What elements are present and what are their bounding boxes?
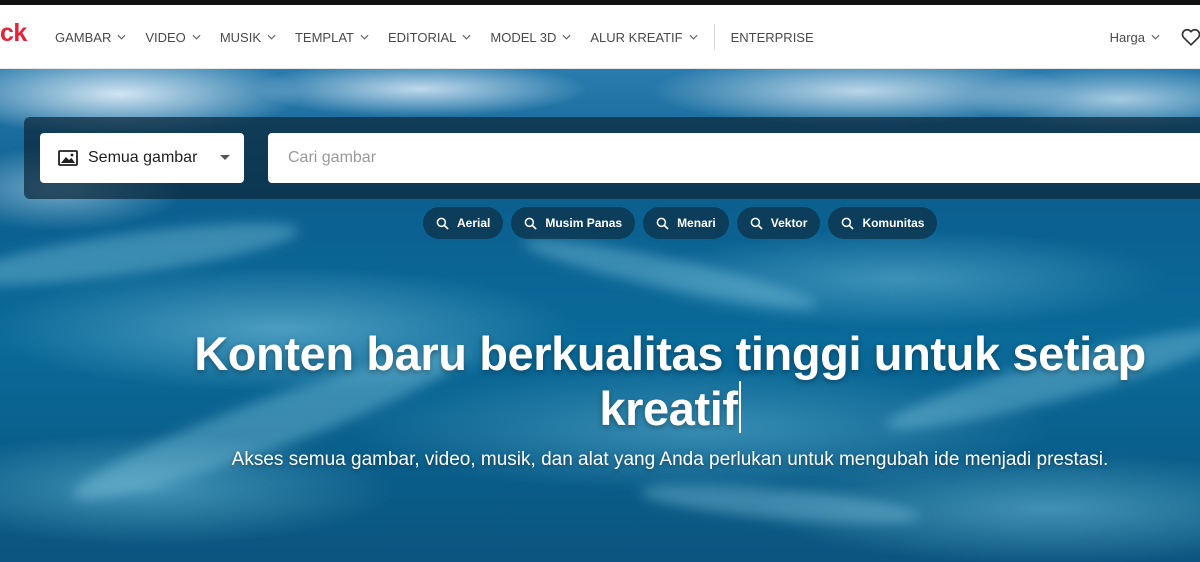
search-icon bbox=[842, 217, 855, 230]
suggestion-chip-aerial[interactable]: Aerial bbox=[423, 207, 504, 239]
pricing-menu[interactable]: Harga bbox=[1110, 30, 1160, 45]
nav-item-video[interactable]: VIDEO bbox=[145, 29, 201, 45]
asset-type-select[interactable]: Semua gambar bbox=[40, 133, 244, 183]
hero-banner: Semua gambar Aerial Musim Panas Menari V… bbox=[0, 69, 1200, 562]
chevron-down-icon bbox=[117, 34, 126, 40]
suggestion-chip-musim-panas[interactable]: Musim Panas bbox=[511, 207, 636, 239]
asset-type-value: Semua gambar bbox=[88, 149, 198, 166]
nav-right-group: Harga bbox=[1110, 5, 1200, 69]
suggestion-label: Menari bbox=[677, 216, 716, 230]
chevron-down-icon bbox=[192, 34, 201, 40]
hero-subheadline: Akses semua gambar, video, musik, dan al… bbox=[231, 449, 1109, 470]
nav-item-enterprise[interactable]: ENTERPRISE bbox=[731, 30, 814, 45]
background-texture bbox=[520, 228, 820, 320]
suggestion-chip-vektor[interactable]: Vektor bbox=[736, 207, 821, 239]
text-cursor bbox=[738, 381, 741, 433]
nav-item-model-3d[interactable]: MODEL 3D bbox=[490, 30, 571, 45]
nav-item-editorial[interactable]: EDITORIAL bbox=[388, 30, 471, 45]
suggestion-label: Vektor bbox=[770, 216, 808, 230]
chevron-down-icon bbox=[1151, 34, 1160, 40]
chevron-down-icon bbox=[267, 34, 276, 40]
search-icon bbox=[656, 217, 669, 230]
chevron-down-icon bbox=[689, 34, 698, 40]
image-icon bbox=[58, 150, 78, 166]
search-icon bbox=[525, 217, 538, 230]
nav-item-label: MODEL 3D bbox=[490, 29, 557, 45]
nav-item-label: MUSIK bbox=[219, 29, 261, 45]
background-texture bbox=[639, 476, 921, 532]
nav-item-label: EDITORIAL bbox=[387, 29, 457, 45]
suggestion-label: Musim Panas bbox=[545, 216, 623, 230]
suggestion-chip-komunitas[interactable]: Komunitas bbox=[828, 207, 938, 239]
search-icon bbox=[436, 217, 449, 230]
nav-item-label: GAMBAR bbox=[55, 29, 112, 45]
nav-item-gambar[interactable]: GAMBAR bbox=[55, 30, 126, 45]
chevron-down-icon bbox=[360, 34, 369, 40]
nav-item-label: VIDEO bbox=[145, 29, 186, 45]
caret-down-icon bbox=[220, 155, 230, 160]
main-nav: GAMBAR VIDEO MUSIK TEMPLAT EDITORIAL MOD… bbox=[55, 5, 833, 69]
nav-item-label: TEMPLAT bbox=[294, 29, 354, 45]
nav-item-templat[interactable]: TEMPLAT bbox=[295, 30, 369, 45]
top-navbar: ck GAMBAR VIDEO MUSIK TEMPLAT EDITORIAL … bbox=[0, 5, 1200, 69]
nav-item-musik[interactable]: MUSIK bbox=[220, 30, 276, 45]
pricing-label: Harga bbox=[1109, 29, 1145, 45]
nav-item-label: ENTERPRISE bbox=[730, 29, 814, 45]
nav-item-alur-kreatif[interactable]: ALUR KREATIF bbox=[590, 29, 698, 45]
search-input[interactable] bbox=[268, 133, 1200, 183]
hero-headline: Konten baru berkualitas tinggi untuk set… bbox=[160, 327, 1180, 436]
background-texture bbox=[0, 210, 302, 298]
chevron-down-icon bbox=[562, 34, 571, 40]
suggestion-label: Aerial bbox=[457, 216, 491, 230]
brand-logo[interactable]: ck bbox=[0, 19, 27, 48]
chevron-down-icon bbox=[462, 34, 471, 40]
search-suggestions: Aerial Musim Panas Menari Vektor Komunit… bbox=[423, 207, 945, 239]
nav-item-label: ALUR KREATIF bbox=[590, 29, 683, 45]
search-icon bbox=[750, 217, 763, 230]
suggestion-label: Komunitas bbox=[862, 216, 925, 230]
heart-icon[interactable] bbox=[1180, 26, 1200, 48]
nav-divider bbox=[713, 24, 715, 50]
suggestion-chip-menari[interactable]: Menari bbox=[643, 207, 729, 239]
search-panel: Semua gambar bbox=[24, 117, 1200, 199]
hero-headline-text: Konten baru berkualitas tinggi untuk set… bbox=[194, 327, 1146, 435]
